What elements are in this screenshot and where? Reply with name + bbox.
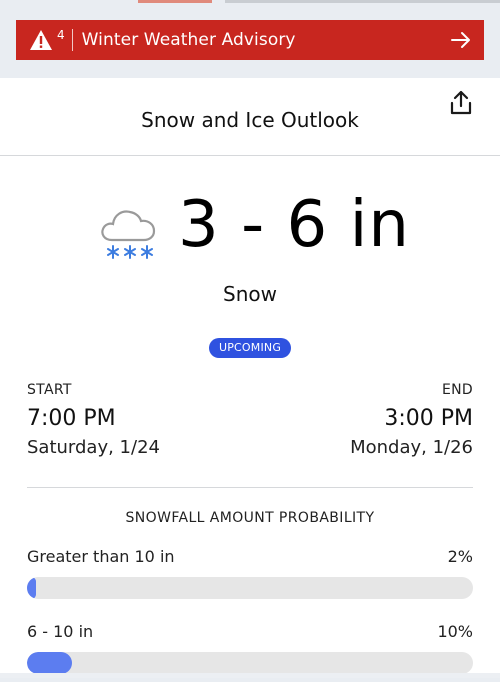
forecast-hero: 3 - 6 in [0,188,500,280]
arrow-right-icon[interactable] [450,29,472,51]
probability-label: Greater than 10 in [27,547,175,566]
start-column: START 7:00 PM Saturday, 1/24 [27,382,160,458]
snow-amount: 3 - 6 in [178,188,410,262]
event-timing: START 7:00 PM Saturday, 1/24 END 3:00 PM… [27,382,473,472]
end-date: Monday, 1/26 [350,437,473,458]
share-icon[interactable] [448,89,474,117]
warning-triangle-icon [28,28,54,52]
end-column: END 3:00 PM Monday, 1/26 [350,382,473,458]
alert-label: Winter Weather Advisory [81,30,296,50]
card-header: Snow and Ice Outlook [0,78,500,156]
probability-value: 2% [447,547,473,566]
probability-row: Greater than 10 in 2% [27,547,473,607]
start-date: Saturday, 1/24 [27,437,160,458]
probability-bar-fill [27,652,72,674]
weather-alert-banner[interactable]: 4 Winter Weather Advisory [16,20,484,60]
alert-divider [71,29,73,51]
probability-label: 6 - 10 in [27,622,94,641]
start-time: 7:00 PM [27,406,116,431]
top-tab-strip [0,0,500,8]
precip-type: Snow [223,282,277,306]
probability-title: SNOWFALL AMOUNT PROBABILITY [125,510,375,526]
alert-count: 4 [57,28,65,42]
probability-bar-track [27,652,473,674]
end-time: 3:00 PM [384,406,473,431]
cloud-snow-icon [98,202,162,268]
status-badge: UPCOMING [209,338,291,358]
card-title: Snow and Ice Outlook [141,108,359,132]
probability-bar-track [27,577,473,599]
bottom-edge [0,673,500,678]
active-tab-indicator [138,0,212,3]
outlook-card: Snow and Ice Outlook 3 - 6 in Snow UPCOM… [0,78,500,678]
section-divider [27,487,473,488]
end-label: END [442,382,473,398]
tab-strip-line [225,0,500,3]
probability-value: 10% [437,622,473,641]
probability-bar-fill [27,577,36,599]
start-label: START [27,382,72,398]
